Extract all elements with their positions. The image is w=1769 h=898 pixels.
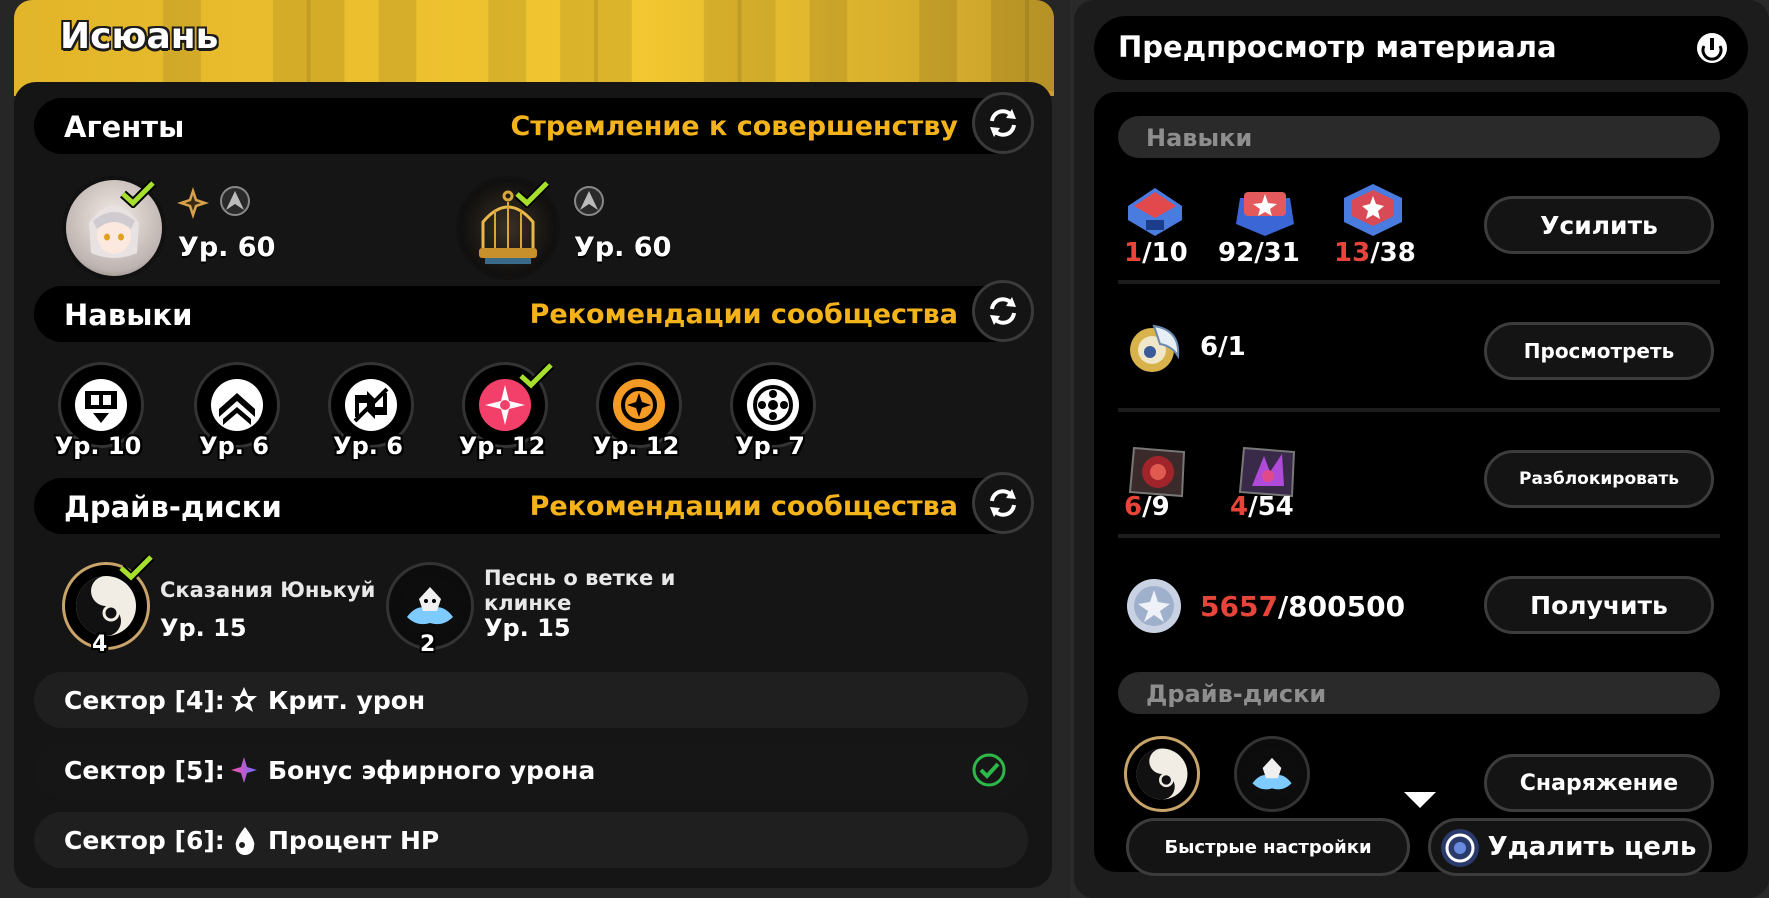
core-skill-icon [747, 379, 799, 431]
agents-recommendation[interactable]: Стремление к совершенству [510, 111, 958, 142]
assist-icon [345, 379, 397, 431]
check-icon [514, 180, 550, 208]
drive-disc-preview [1124, 736, 1200, 812]
ether-damage-icon [231, 757, 257, 783]
check-icon [518, 362, 554, 390]
skills-group-label: Навыки [1146, 124, 1253, 152]
hp-drop-icon [235, 827, 255, 855]
banner-decoration: ▌▐▌▌▐▐▌▐▌▌▐▐▌▐ [164, 0, 1054, 90]
drive-set-count: 2 [420, 632, 436, 657]
refresh-icon [990, 109, 1016, 137]
check-circle-icon [972, 753, 1006, 787]
sector-4-row[interactable]: Сектор [4]: Крит. урон [34, 672, 1028, 728]
get-button[interactable]: Получить [1484, 576, 1714, 634]
unlock-button[interactable]: Разблокировать [1484, 450, 1714, 508]
drive-disc-preview [1234, 736, 1310, 812]
agents-refresh-button[interactable] [972, 92, 1034, 154]
branch-blade-disc-icon [400, 576, 460, 636]
drives-group-header: Драйв-диски [1118, 672, 1720, 714]
skills-section-header: Навыки Рекомендации сообщества [34, 280, 1034, 342]
refresh-icon [990, 297, 1016, 325]
agents-title: Агенты [64, 110, 185, 144]
dennies-coin-icon [1127, 579, 1181, 633]
sector-label: Сектор [5]: [64, 756, 225, 785]
skills-title: Навыки [64, 298, 193, 332]
rank-icon [574, 186, 604, 216]
skills-recommendation[interactable]: Рекомендации сообщества [530, 299, 958, 330]
enhance-button[interactable]: Усилить [1484, 196, 1714, 254]
drives-title: Драйв-диски [64, 490, 282, 524]
info-icon[interactable] [1694, 30, 1730, 66]
skills-group-header: Навыки [1118, 116, 1720, 158]
drives-section-header: Драйв-диски Рекомендации сообщества [34, 472, 1034, 534]
remove-target-label: Удалить цель [1487, 832, 1697, 862]
check-icon [118, 554, 154, 582]
sector-stat: Бонус эфирного урона [268, 756, 596, 785]
yin-yang-disc-icon [1136, 748, 1188, 800]
drive-set-level: Ур. 15 [484, 614, 571, 642]
attribute-star-icon [177, 187, 209, 219]
material-preview-title: Предпросмотр материала [1118, 30, 1557, 64]
boss-material-count: 4/54 [1230, 492, 1294, 522]
drive-set-count: 4 [92, 632, 108, 657]
drives-group-label: Драйв-диски [1146, 680, 1327, 708]
target-icon [1441, 829, 1479, 867]
separator [1118, 408, 1720, 412]
core-material-count: 6/1 [1200, 332, 1246, 362]
sector-stat: Процент HP [268, 826, 440, 855]
sector-stat: Крит. урон [268, 686, 426, 715]
equip-button[interactable]: Снаряжение [1484, 754, 1714, 812]
separator [1118, 280, 1720, 284]
yin-yang-disc-icon [76, 576, 136, 636]
skill-level: Ур. 12 [592, 432, 680, 460]
skill-material-count: 13/38 [1334, 238, 1416, 268]
check-icon [120, 180, 156, 208]
separator [1118, 534, 1720, 538]
sector-6-row[interactable]: Сектор [6]: Процент HP [34, 812, 1028, 868]
skill-level: Ур. 12 [458, 432, 546, 460]
skill-material-small-icon [1128, 188, 1182, 236]
skill-material-medium-icon [1236, 192, 1294, 236]
skill-material-large-icon [1344, 184, 1402, 236]
skill-material-count: 1/10 [1124, 238, 1188, 268]
agents-section-header: Агенты Стремление к совершенству [34, 92, 1034, 154]
chain-attack-icon [613, 379, 665, 431]
rank-icon [220, 186, 250, 216]
sector-label: Сектор [4]: [64, 686, 225, 715]
skills-refresh-button[interactable] [972, 280, 1034, 342]
scroll-down-icon[interactable] [1402, 790, 1438, 810]
drive-set-name: Сказания Юнькуй [160, 578, 376, 602]
core-material-icon [1130, 324, 1180, 372]
sector-label: Сектор [6]: [64, 826, 225, 855]
view-button[interactable]: Просмотреть [1484, 322, 1714, 380]
quick-settings-button[interactable]: Быстрые настройки [1126, 818, 1410, 876]
character-name: Исюань [60, 16, 219, 57]
skill-level: Ур. 6 [333, 432, 403, 460]
remove-target-button[interactable]: Удалить цель [1428, 818, 1712, 876]
skill-level: Ур. 6 [199, 432, 269, 460]
branch-blade-disc-icon [1246, 748, 1298, 800]
skill-material-count: 92/31 [1218, 238, 1300, 268]
crit-damage-icon [231, 687, 257, 712]
skill-level: Ур. 7 [735, 432, 805, 460]
material-preview-header: Предпросмотр материала [1094, 16, 1748, 80]
agent-level: Ур. 60 [178, 232, 276, 263]
material-list: Навыки 1/10 92/31 13/38 Усилить 6/1 Прос… [1094, 92, 1748, 872]
w-engine-level: Ур. 60 [574, 232, 672, 263]
boss-material-count: 6/9 [1124, 492, 1170, 522]
drives-refresh-button[interactable] [972, 472, 1034, 534]
drive-set-name: Песнь о ветке и клинке [484, 566, 676, 615]
skill-level: Ур. 10 [54, 432, 142, 460]
drive-set-level: Ур. 15 [160, 614, 247, 642]
dennies-count: 5657/800500 [1200, 590, 1406, 623]
refresh-icon [990, 489, 1016, 517]
drives-recommendation[interactable]: Рекомендации сообщества [530, 491, 958, 522]
dodge-icon [211, 379, 263, 431]
basic-attack-icon [75, 379, 127, 431]
sector-5-row[interactable]: Сектор [5]: Бонус эфирного урона [34, 742, 1028, 798]
